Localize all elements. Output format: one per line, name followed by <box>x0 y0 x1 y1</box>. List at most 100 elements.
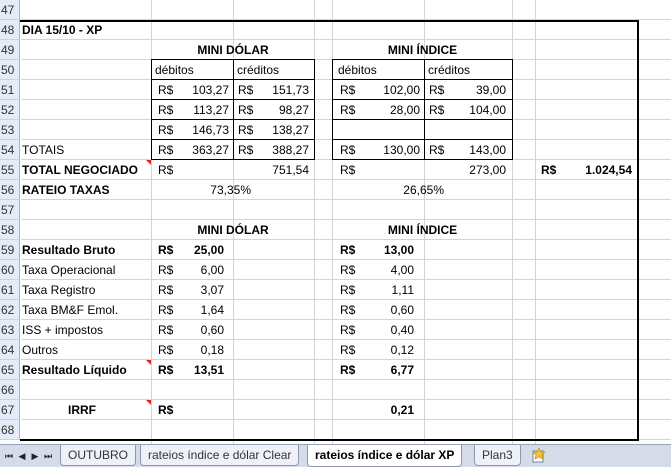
row-header[interactable]: 58 <box>0 220 20 240</box>
tab-rateios-xp[interactable]: rateios índice e dólar XP <box>307 445 463 467</box>
row-header[interactable]: 61 <box>0 280 20 300</box>
value-mini-dolar[interactable]: 3,07 <box>170 280 224 300</box>
cell-indice-debito[interactable]: 28,00 <box>350 100 420 120</box>
row-label: Resultado Bruto <box>22 243 116 257</box>
row-header[interactable]: 65 <box>0 360 20 380</box>
header2-mini-indice: MINI ÍNDICE <box>387 223 458 237</box>
value-mini-indice[interactable]: 6,77 <box>350 360 414 380</box>
row-label: ISS + impostos <box>22 323 104 337</box>
sheet-title: DIA 15/10 - XP <box>22 23 103 37</box>
spreadsheet-grid[interactable]: 47 48 49 50 51 52 53 54 55 56 57 58 59 60 61 62 63 64 65 66… <box>0 0 671 444</box>
cell-indice-debito[interactable]: 102,00 <box>350 80 420 100</box>
value-mini-indice[interactable]: 0,40 <box>350 320 414 340</box>
row-header[interactable]: 50 <box>0 60 20 80</box>
row-header[interactable]: 59 <box>0 240 20 260</box>
comment-indicator <box>146 400 151 405</box>
sheet-tab-bar: ⏮ ◀ ▶ ⏭ OUTUBRO rateios índice e dólar C… <box>0 444 671 467</box>
total-dolar-creditos[interactable]: 388,27 <box>250 140 309 160</box>
label-debitos-dolar: débitos <box>155 63 194 77</box>
outer-border-bottom <box>20 439 639 441</box>
header-mini-indice: MINI ÍNDICE <box>387 43 458 57</box>
value-mini-dolar[interactable]: 1,64 <box>170 300 224 320</box>
label-irrf: IRRF <box>68 403 96 417</box>
label-totais: TOTAIS <box>22 143 65 157</box>
row-header[interactable]: 57 <box>0 200 20 220</box>
header2-mini-dolar: MINI DÓLAR <box>197 223 269 237</box>
total-negociado-indice[interactable]: 273,00 <box>420 160 506 180</box>
cell-dolar-debito[interactable]: 103,27 <box>170 80 229 100</box>
value-mini-dolar[interactable]: 13,51 <box>170 360 224 380</box>
cell-dolar-debito[interactable]: 146,73 <box>170 120 229 140</box>
row-header[interactable]: 67 <box>0 400 20 420</box>
outer-border-right <box>637 20 639 440</box>
currency-label: R$ <box>158 403 174 417</box>
table-border <box>233 60 234 160</box>
row-label: Taxa BM&F Emol. <box>22 303 119 317</box>
label-rateio-taxas: RATEIO TAXAS <box>22 183 110 197</box>
value-mini-dolar[interactable]: 25,00 <box>170 240 224 260</box>
value-mini-indice[interactable]: 0,60 <box>350 300 414 320</box>
table-border <box>151 60 152 160</box>
cell-indice-credito[interactable]: 39,00 <box>440 80 506 100</box>
comment-indicator <box>146 160 151 165</box>
value-mini-dolar[interactable]: 0,60 <box>170 320 224 340</box>
row-header[interactable]: 63 <box>0 320 20 340</box>
row-header[interactable]: 51 <box>0 80 20 100</box>
row-header[interactable]: 55 <box>0 160 20 180</box>
value-mini-indice[interactable]: 13,00 <box>350 240 414 260</box>
label-creditos-dolar: créditos <box>237 63 280 77</box>
prev-sheet-icon[interactable]: ◀ <box>17 450 27 462</box>
table-border <box>512 60 513 160</box>
row-header[interactable]: 53 <box>0 120 20 140</box>
rateio-dolar[interactable]: 73,35% <box>151 180 251 200</box>
row-header[interactable]: 47 <box>0 0 20 20</box>
value-irrf[interactable]: 0,21 <box>350 400 414 420</box>
value-mini-indice[interactable]: 4,00 <box>350 260 414 280</box>
table-border <box>424 60 425 160</box>
value-mini-dolar[interactable]: 6,00 <box>170 260 224 280</box>
cell-indice-credito[interactable]: 104,00 <box>440 100 506 120</box>
row-header[interactable]: 66 <box>0 380 20 400</box>
value-mini-indice[interactable]: 0,12 <box>350 340 414 360</box>
row-header[interactable]: 62 <box>0 300 20 320</box>
table-border <box>332 60 333 160</box>
value-mini-dolar[interactable]: 0,18 <box>170 340 224 360</box>
currency-label: R$ <box>158 163 174 177</box>
row-label: Outros <box>22 343 59 357</box>
currency-label: R$ <box>340 163 356 177</box>
last-sheet-icon[interactable]: ⏭ <box>43 450 53 462</box>
value-mini-indice[interactable]: 1,11 <box>350 280 414 300</box>
row-header[interactable]: 48 <box>0 20 20 40</box>
label-total-negociado: TOTAL NEGOCIADO <box>22 163 139 177</box>
tab-outubro[interactable]: OUTUBRO <box>60 445 136 466</box>
row-label: Resultado Líquido <box>22 363 127 377</box>
first-sheet-icon[interactable]: ⏮ <box>4 450 14 462</box>
rateio-indice[interactable]: 26,65% <box>332 180 444 200</box>
gridline-vertical <box>535 0 536 444</box>
row-header[interactable]: 64 <box>0 340 20 360</box>
total-indice-debitos[interactable]: 130,00 <box>350 140 420 160</box>
label-debitos-indice: débitos <box>338 63 377 77</box>
tab-plan3[interactable]: Plan3 <box>474 445 521 466</box>
total-negociado-geral[interactable]: 1.024,54 <box>560 160 632 180</box>
row-label: Taxa Operacional <box>22 263 116 277</box>
cell-dolar-credito[interactable]: 151,73 <box>250 80 309 100</box>
label-creditos-indice: créditos <box>428 63 471 77</box>
new-sheet-icon[interactable] <box>530 447 548 463</box>
row-header[interactable]: 60 <box>0 260 20 280</box>
row-header[interactable]: 56 <box>0 180 20 200</box>
total-indice-creditos[interactable]: 143,00 <box>440 140 506 160</box>
total-negociado-dolar[interactable]: 751,54 <box>240 160 309 180</box>
tab-rateios-clear[interactable]: rateios índice e dólar Clear <box>140 445 300 466</box>
next-sheet-icon[interactable]: ▶ <box>30 450 40 462</box>
header-mini-dolar: MINI DÓLAR <box>197 43 269 57</box>
row-label: Taxa Registro <box>22 283 96 297</box>
cell-dolar-credito[interactable]: 98,27 <box>250 100 309 120</box>
cell-dolar-credito[interactable]: 138,27 <box>250 120 309 140</box>
row-header[interactable]: 49 <box>0 40 20 60</box>
row-header[interactable]: 68 <box>0 420 20 440</box>
cell-dolar-debito[interactable]: 113,27 <box>170 100 229 120</box>
total-dolar-debitos[interactable]: 363,27 <box>170 140 229 160</box>
row-header[interactable]: 52 <box>0 100 20 120</box>
row-header[interactable]: 54 <box>0 140 20 160</box>
